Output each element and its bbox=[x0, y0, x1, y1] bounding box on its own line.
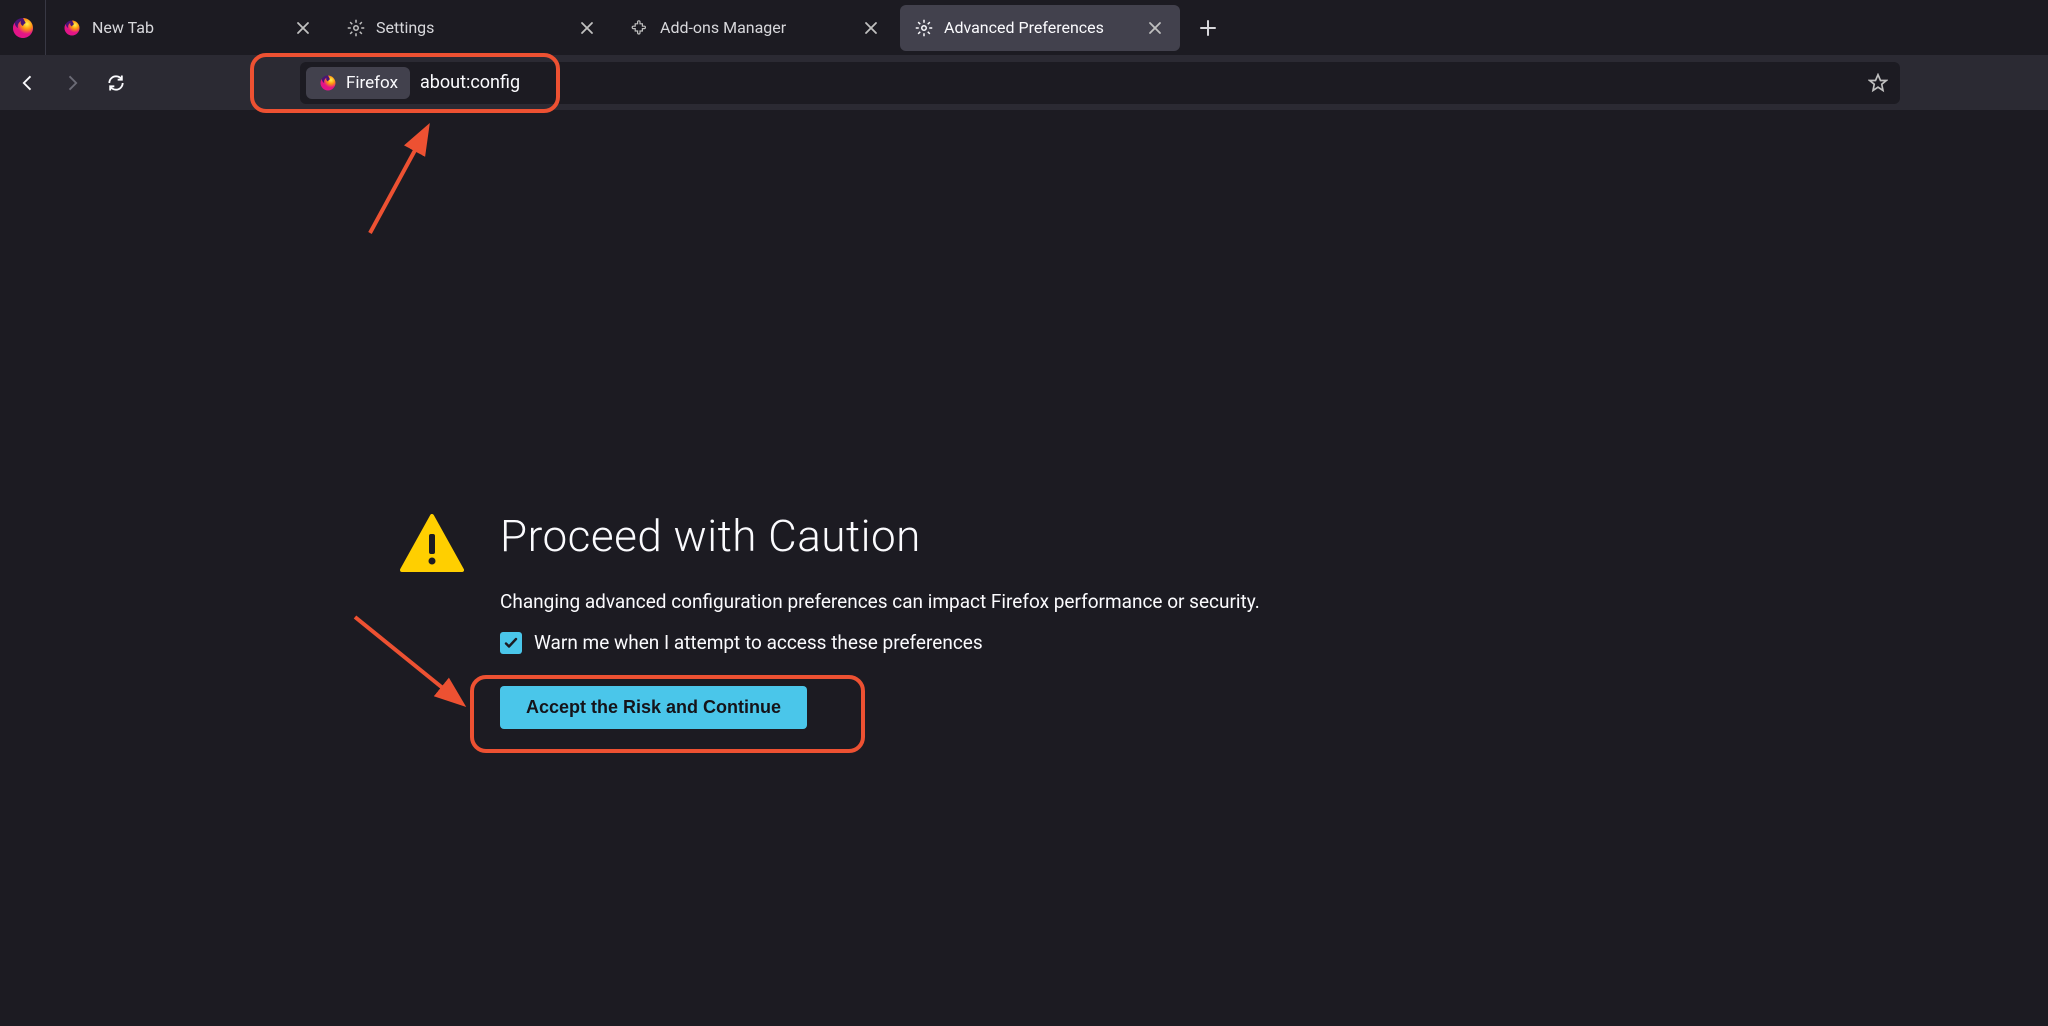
warning-container: Proceed with Caution Changing advanced c… bbox=[0, 510, 2048, 729]
warning-body: Proceed with Caution Changing advanced c… bbox=[500, 510, 2048, 729]
accept-risk-button[interactable]: Accept the Risk and Continue bbox=[500, 686, 807, 729]
identity-label: Firefox bbox=[346, 73, 398, 93]
check-icon bbox=[503, 635, 519, 651]
puzzle-icon bbox=[630, 18, 650, 38]
tab-new-tab[interactable]: New Tab bbox=[48, 5, 328, 51]
tab-addons[interactable]: Add-ons Manager bbox=[616, 5, 896, 51]
close-icon[interactable] bbox=[576, 17, 598, 39]
firefox-app-icon bbox=[0, 0, 46, 55]
firefox-icon bbox=[11, 16, 35, 40]
warning-checkbox-row: Warn me when I attempt to access these p… bbox=[500, 631, 2048, 654]
url-text: about:config bbox=[420, 72, 1862, 93]
toolbar: Firefox about:config bbox=[0, 55, 2048, 110]
gear-icon bbox=[914, 18, 934, 38]
close-icon[interactable] bbox=[292, 17, 314, 39]
identity-box[interactable]: Firefox bbox=[306, 67, 410, 99]
content-area: Proceed with Caution Changing advanced c… bbox=[0, 110, 2048, 1026]
warning-checkbox[interactable] bbox=[500, 632, 522, 654]
close-icon[interactable] bbox=[1144, 17, 1166, 39]
tab-label: Settings bbox=[376, 18, 576, 37]
tab-strip: New Tab Settings Add-ons Manager Advance… bbox=[0, 0, 2048, 55]
gear-icon bbox=[346, 18, 366, 38]
close-icon[interactable] bbox=[860, 17, 882, 39]
warning-title: Proceed with Caution bbox=[500, 510, 2048, 562]
tab-label: Add-ons Manager bbox=[660, 18, 860, 37]
firefox-icon bbox=[62, 18, 82, 38]
warning-triangle-icon bbox=[400, 510, 470, 729]
back-button[interactable] bbox=[8, 63, 48, 103]
warning-description: Changing advanced configuration preferen… bbox=[500, 590, 2048, 613]
new-tab-button[interactable] bbox=[1190, 10, 1226, 46]
tab-label: New Tab bbox=[92, 18, 292, 37]
tab-label: Advanced Preferences bbox=[944, 18, 1144, 37]
warning-checkbox-label[interactable]: Warn me when I attempt to access these p… bbox=[534, 631, 983, 654]
firefox-icon bbox=[318, 73, 338, 93]
reload-button[interactable] bbox=[96, 63, 136, 103]
forward-button[interactable] bbox=[52, 63, 92, 103]
tab-settings[interactable]: Settings bbox=[332, 5, 612, 51]
url-bar[interactable]: Firefox about:config bbox=[300, 62, 1900, 104]
bookmark-star-icon[interactable] bbox=[1862, 67, 1894, 99]
tab-advanced-preferences[interactable]: Advanced Preferences bbox=[900, 5, 1180, 51]
